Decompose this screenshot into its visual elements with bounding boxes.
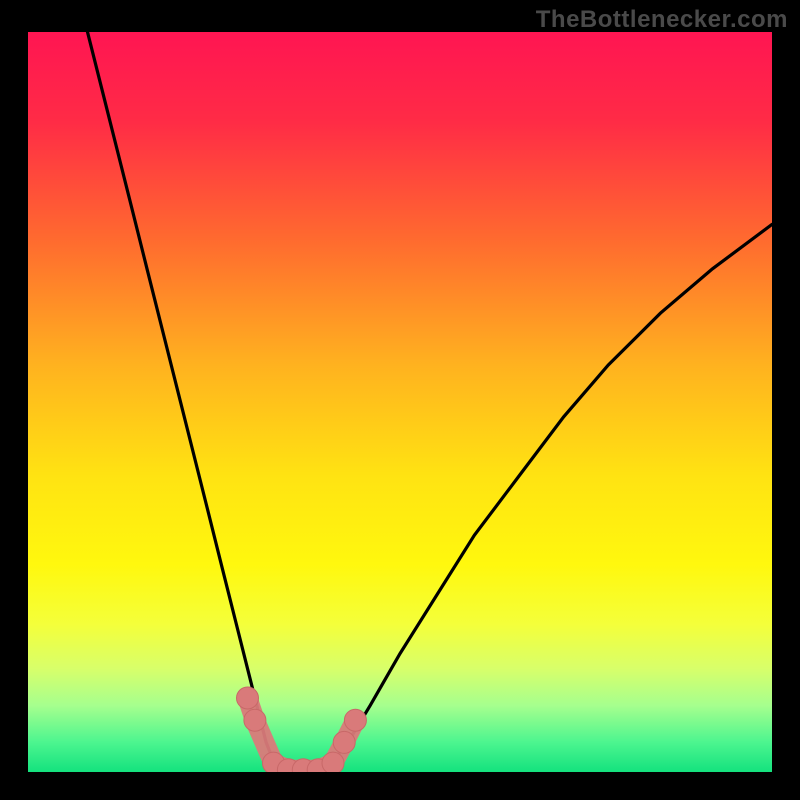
marker-dot bbox=[237, 687, 259, 709]
chart-svg bbox=[28, 32, 772, 772]
gradient-background bbox=[28, 32, 772, 772]
marker-dot bbox=[322, 752, 344, 772]
chart-frame: TheBottlenecker.com bbox=[0, 0, 800, 800]
marker-dot bbox=[244, 709, 266, 731]
marker-dot bbox=[333, 731, 355, 753]
plot-area bbox=[28, 32, 772, 772]
watermark-text: TheBottlenecker.com bbox=[536, 6, 788, 34]
marker-dot bbox=[344, 709, 366, 731]
